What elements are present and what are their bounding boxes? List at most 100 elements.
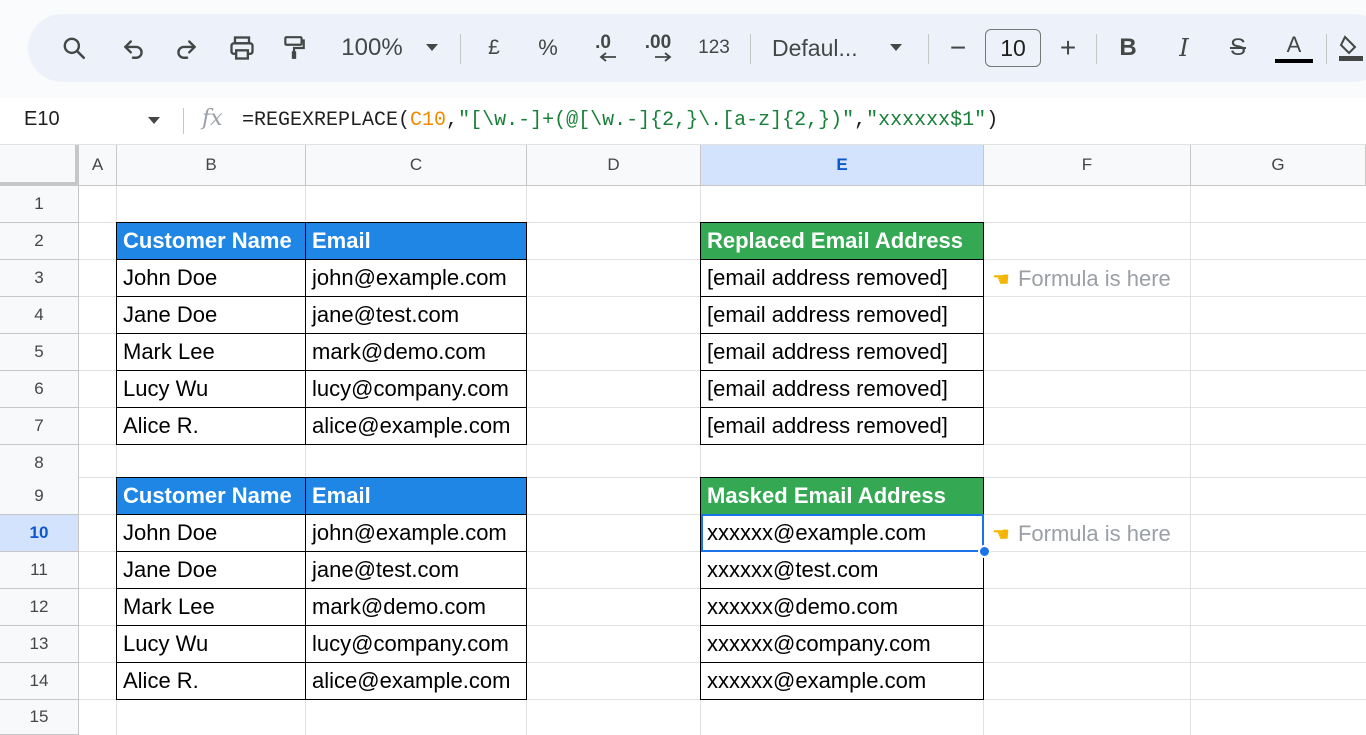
chevron-down-icon[interactable] (148, 117, 160, 124)
row-header-12[interactable]: 12 (0, 589, 79, 626)
table2-header-name[interactable]: Customer Name (116, 477, 306, 515)
italic-button[interactable]: I (1170, 14, 1198, 82)
table1-email-cell[interactable]: mark@demo.com (305, 333, 527, 371)
currency-button[interactable]: £ (480, 14, 508, 82)
strikethrough-button[interactable]: S (1224, 14, 1252, 82)
row-header-10[interactable]: 10 (0, 515, 79, 552)
paint-format-icon[interactable] (276, 14, 312, 82)
row-header-2[interactable]: 2 (0, 223, 79, 260)
row-header-14[interactable]: 14 (0, 663, 79, 700)
formula-note-text: Formula is here (1017, 266, 1171, 291)
table1-name-cell[interactable]: Lucy Wu (116, 370, 306, 408)
formula-input[interactable]: =REGEXREPLACE(C10,"[\w.-]+(@[\w.-]{2,}\.… (242, 109, 998, 132)
name-box[interactable]: E10 (24, 108, 60, 131)
replaced-cell[interactable]: [email address removed] (700, 259, 984, 297)
font-select[interactable]: Defaul... (772, 14, 874, 82)
column-header-d[interactable]: D (527, 145, 701, 186)
table2-name-cell[interactable]: Lucy Wu (116, 625, 306, 663)
row-header-5[interactable]: 5 (0, 334, 79, 371)
divider (1326, 34, 1327, 64)
font-size-input[interactable]: 10 (985, 29, 1041, 67)
divider (183, 108, 184, 134)
increase-decimal-button[interactable]: .00 (638, 14, 678, 82)
table2-name-cell[interactable]: Jane Doe (116, 551, 306, 589)
masked-header[interactable]: Masked Email Address (700, 477, 984, 515)
pointing-hand-icon: ☚ (992, 524, 1010, 546)
table2-email-cell[interactable]: mark@demo.com (305, 588, 527, 626)
row-header-8[interactable]: 8 (0, 445, 79, 482)
replaced-header[interactable]: Replaced Email Address (700, 222, 984, 260)
formula-reference: C10 (410, 109, 447, 132)
row-header-13[interactable]: 13 (0, 626, 79, 663)
row-header-1[interactable]: 1 (0, 186, 79, 223)
undo-icon[interactable] (116, 14, 152, 82)
table1-email-cell[interactable]: lucy@company.com (305, 370, 527, 408)
masked-cell[interactable]: xxxxxx@company.com (700, 625, 984, 663)
column-header-f[interactable]: F (984, 145, 1191, 186)
number-format-button[interactable]: 123 (692, 14, 736, 82)
toolbar: 100% £ % .0 .00 123 Defaul... − 10 + B I… (28, 14, 1366, 82)
sheet-grid[interactable]: A B C D E F G 1 2 3 4 5 6 7 8 9 10 11 12… (0, 145, 1366, 735)
fill-handle[interactable] (978, 545, 991, 558)
table1-email-cell[interactable]: alice@example.com (305, 407, 527, 445)
row-header-3[interactable]: 3 (0, 260, 79, 297)
search-icon[interactable] (56, 14, 92, 82)
divider (460, 34, 461, 64)
table1-header-name[interactable]: Customer Name (116, 222, 306, 260)
increase-font-size-button[interactable]: + (1052, 14, 1084, 82)
masked-cell[interactable]: xxxxxx@demo.com (700, 588, 984, 626)
column-header-e[interactable]: E (701, 145, 984, 186)
table1-email-cell[interactable]: jane@test.com (305, 296, 527, 334)
replaced-cell[interactable]: [email address removed] (700, 407, 984, 445)
decrease-decimal-label: .0 (595, 32, 611, 53)
formula-pattern: "[\w.-]+(@[\w.-]{2,}\.[a-z]{2,})" (458, 109, 855, 132)
replaced-cell[interactable]: [email address removed] (700, 370, 984, 408)
row-header-4[interactable]: 4 (0, 297, 79, 334)
table1-email-cell[interactable]: john@example.com (305, 259, 527, 297)
increase-decimal-label: .00 (644, 32, 672, 53)
toolbar-area: 100% £ % .0 .00 123 Defaul... − 10 + B I… (0, 0, 1366, 98)
table2-name-cell[interactable]: Mark Lee (116, 588, 306, 626)
print-icon[interactable] (224, 14, 260, 82)
row-header-15[interactable]: 15 (0, 700, 79, 735)
table1-name-cell[interactable]: John Doe (116, 259, 306, 297)
text-color-label: A (1286, 32, 1302, 57)
table1-name-cell[interactable]: Jane Doe (116, 296, 306, 334)
row-header-6[interactable]: 6 (0, 371, 79, 408)
row-header-7[interactable]: 7 (0, 408, 79, 445)
column-header-g[interactable]: G (1191, 145, 1366, 186)
column-header-b[interactable]: B (117, 145, 306, 186)
column-header-a[interactable]: A (79, 145, 117, 186)
formula-replacement: "xxxxxx$1" (866, 109, 987, 132)
decrease-decimal-button[interactable]: .0 (586, 14, 620, 82)
table2-email-cell[interactable]: jane@test.com (305, 551, 527, 589)
decrease-font-size-button[interactable]: − (942, 14, 974, 82)
zoom-select[interactable]: 100% (332, 14, 412, 82)
masked-cell[interactable]: xxxxxx@example.com (700, 662, 984, 700)
column-header-c[interactable]: C (306, 145, 527, 186)
formula-prefix: =REGEXREPLACE( (242, 109, 411, 132)
bold-button[interactable]: B (1114, 14, 1142, 82)
chevron-down-icon[interactable] (884, 14, 908, 82)
table2-email-cell[interactable]: lucy@company.com (305, 625, 527, 663)
table1-header-email[interactable]: Email (305, 222, 527, 260)
table1-name-cell[interactable]: Mark Lee (116, 333, 306, 371)
table2-name-cell[interactable]: John Doe (116, 514, 306, 552)
masked-cell[interactable]: xxxxxx@test.com (700, 551, 984, 589)
table2-email-cell[interactable]: alice@example.com (305, 662, 527, 700)
percent-button[interactable]: % (534, 14, 562, 82)
formula-suffix: ) (986, 109, 999, 132)
replaced-cell[interactable]: [email address removed] (700, 333, 984, 371)
chevron-down-icon[interactable] (420, 14, 444, 82)
fill-color-icon[interactable] (1338, 14, 1364, 82)
table2-email-cell[interactable]: john@example.com (305, 514, 527, 552)
select-all-corner[interactable] (0, 145, 79, 186)
replaced-cell[interactable]: [email address removed] (700, 296, 984, 334)
row-header-11[interactable]: 11 (0, 552, 79, 589)
table1-name-cell[interactable]: Alice R. (116, 407, 306, 445)
text-color-button[interactable]: A (1274, 14, 1314, 82)
row-header-9[interactable]: 9 (0, 478, 79, 515)
redo-icon[interactable] (168, 14, 204, 82)
table2-header-email[interactable]: Email (305, 477, 527, 515)
table2-name-cell[interactable]: Alice R. (116, 662, 306, 700)
